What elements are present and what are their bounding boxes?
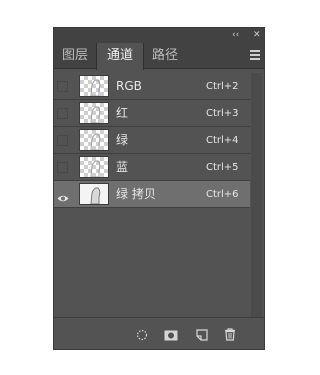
new-channel-icon[interactable] xyxy=(196,326,208,345)
channel-shortcut: Ctrl+5 xyxy=(206,162,239,173)
visibility-toggle[interactable] xyxy=(57,135,68,146)
channel-thumbnail xyxy=(79,156,109,178)
tab-paths[interactable]: 路径 xyxy=(144,43,186,69)
close-icon[interactable]: ✕ xyxy=(253,29,261,41)
channel-shortcut: Ctrl+2 xyxy=(206,81,239,92)
channel-thumbnail xyxy=(79,183,109,205)
load-selection-icon[interactable] xyxy=(136,326,148,345)
save-selection-icon[interactable] xyxy=(164,326,178,345)
scrollbar[interactable] xyxy=(251,73,262,317)
channel-list: RGB Ctrl+2 红 Ctrl+3 绿 Ctrl+4 蓝 Ctrl+5 绿 … xyxy=(54,73,250,208)
channel-shortcut: Ctrl+4 xyxy=(206,135,239,146)
panel-menu-icon[interactable] xyxy=(250,50,260,60)
channels-panel: ‹‹ ✕ 图层 通道 路径 RGB Ctrl+2 红 Ctrl+3 绿 Ctrl… xyxy=(53,27,265,350)
visibility-toggle[interactable] xyxy=(57,108,68,119)
delete-icon[interactable] xyxy=(224,326,236,345)
channel-thumbnail xyxy=(79,102,109,124)
channel-shortcut: Ctrl+3 xyxy=(206,108,239,119)
panel-titlebar: ‹‹ ✕ xyxy=(54,28,264,43)
panel-footer xyxy=(54,317,264,349)
channel-row-red[interactable]: 红 Ctrl+3 xyxy=(54,100,250,127)
channel-name: 绿 xyxy=(116,133,129,147)
visibility-toggle[interactable] xyxy=(57,81,68,92)
visibility-toggle[interactable] xyxy=(57,162,68,173)
channel-thumbnail xyxy=(79,129,109,151)
panel-tabs: 图层 通道 路径 xyxy=(54,43,264,70)
eye-icon[interactable] xyxy=(57,189,69,202)
channel-row-green[interactable]: 绿 Ctrl+4 xyxy=(54,127,250,154)
channel-name: 绿 拷贝 xyxy=(116,187,156,201)
channel-row-blue[interactable]: 蓝 Ctrl+5 xyxy=(54,154,250,181)
channel-row-rgb[interactable]: RGB Ctrl+2 xyxy=(54,73,250,100)
channel-name: RGB xyxy=(116,79,142,93)
tab-layers[interactable]: 图层 xyxy=(54,43,96,69)
collapse-icon[interactable]: ‹‹ xyxy=(232,29,239,41)
channel-shortcut: Ctrl+6 xyxy=(206,189,239,200)
tab-channels[interactable]: 通道 xyxy=(96,43,144,70)
channel-name: 蓝 xyxy=(116,160,129,174)
channel-thumbnail xyxy=(79,75,109,97)
channel-name: 红 xyxy=(116,106,129,120)
channel-row-green-copy[interactable]: 绿 拷贝 Ctrl+6 xyxy=(54,181,250,208)
